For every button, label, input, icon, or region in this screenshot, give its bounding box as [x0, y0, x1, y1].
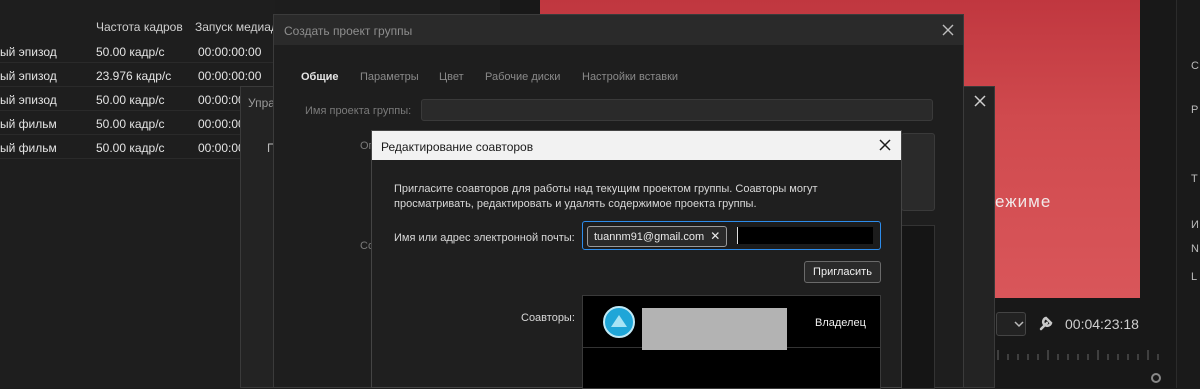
- tab-scratch-disks[interactable]: Рабочие диски: [485, 71, 560, 83]
- timeline-ruler[interactable]: [996, 348, 1162, 362]
- column-header-media-start[interactable]: Запуск медиада: [195, 20, 275, 34]
- edit-collaborators-dialog: Редактирование соавторов Пригласите соав…: [371, 130, 902, 389]
- strip-label: N: [1191, 243, 1199, 255]
- redacted-name: [642, 308, 787, 350]
- row-name: ый эпизод: [0, 69, 57, 83]
- row-fps: 50.00 кадр/с: [96, 93, 165, 107]
- close-icon[interactable]: [878, 138, 892, 152]
- strip-label: И: [1191, 219, 1199, 231]
- row-fps: 23.976 кадр/с: [96, 69, 172, 83]
- table-row[interactable]: ый фильм 50.00 кадр/с 00:00:00:00: [0, 135, 275, 159]
- dialog-titlebar: Редактирование соавторов: [372, 131, 901, 160]
- collaborators-list[interactable]: [901, 225, 935, 389]
- row-name: ый эпизод: [0, 45, 57, 59]
- project-table-header: Частота кадров Запуск медиада: [0, 14, 275, 36]
- project-name-input[interactable]: [421, 99, 933, 121]
- chevron-down-icon: [1014, 321, 1024, 328]
- remove-chip-icon[interactable]: ✕: [710, 229, 720, 243]
- table-row[interactable]: ый фильм 50.00 кадр/с 00:00:00:00: [0, 111, 275, 135]
- collaborators-list: Владелец: [582, 295, 881, 389]
- row-fps: 50.00 кадр/с: [96, 117, 165, 131]
- row-start: 00:00:00:00: [198, 69, 262, 83]
- row-fps: 50.00 кадр/с: [96, 141, 165, 155]
- dialog-titlebar: Создать проект группы: [274, 15, 963, 45]
- row-name: ый фильм: [0, 117, 57, 131]
- row-name: ый эпизод: [0, 93, 57, 107]
- tab-general[interactable]: Общие: [301, 71, 339, 83]
- row-name: ый фильм: [0, 141, 57, 155]
- strip-label: Р: [1191, 104, 1199, 116]
- invite-instructions: Пригласите соавторов для работы над теку…: [394, 183, 818, 210]
- collaborators-label: Соавторы:: [521, 312, 575, 324]
- column-header-fps[interactable]: Частота кадров: [96, 20, 183, 34]
- video-caption: ежиме: [995, 192, 1052, 211]
- project-panel: Частота кадров Запуск медиада ый эпизод …: [0, 0, 275, 388]
- table-row[interactable]: ый эпизод 50.00 кадр/с 00:00:00:00: [0, 87, 275, 111]
- timecode-display[interactable]: 00:04:23:18: [1065, 316, 1139, 332]
- tab-ingest-settings[interactable]: Настройки вставки: [582, 71, 678, 83]
- row-start: 00:00:00:00: [198, 45, 262, 59]
- strip-label: L: [1191, 271, 1198, 283]
- project-name-label: Имя проекта группы:: [305, 105, 412, 117]
- email-text-input[interactable]: [737, 227, 873, 244]
- avatar-icon: [611, 315, 627, 327]
- dialog-title: Создать проект группы: [284, 24, 413, 38]
- tab-color[interactable]: Цвет: [439, 71, 464, 83]
- wrench-icon[interactable]: [1037, 314, 1055, 332]
- description-textarea[interactable]: [901, 133, 935, 211]
- table-row[interactable]: ый эпизод 50.00 кадр/с 00:00:00:00: [0, 39, 275, 63]
- table-row[interactable]: ый эпизод 23.976 кадр/с 00:00:00:00: [0, 63, 275, 87]
- dialog-title: Редактирование соавторов: [381, 140, 534, 154]
- row-fps: 50.00 кадр/с: [96, 45, 165, 59]
- email-field[interactable]: tuannm91@gmail.com ✕: [582, 221, 881, 250]
- fit-dropdown[interactable]: [996, 312, 1026, 336]
- email-chip-label: tuannm91@gmail.com: [594, 231, 705, 243]
- email-label: Имя или адрес электронной почты:: [394, 232, 575, 244]
- scroll-handle[interactable]: [1151, 373, 1161, 383]
- dialog-title: Упра: [248, 96, 275, 110]
- invite-button[interactable]: Пригласить: [804, 261, 881, 283]
- avatar: [603, 306, 635, 338]
- strip-label: Т: [1191, 173, 1198, 185]
- list-item[interactable]: Владелец: [583, 296, 880, 350]
- close-icon[interactable]: [972, 93, 988, 109]
- email-chip: tuannm91@gmail.com ✕: [587, 226, 728, 247]
- close-icon[interactable]: [941, 23, 955, 37]
- tab-parameters[interactable]: Параметры: [360, 71, 419, 83]
- collaborator-role: Владелец: [815, 317, 866, 329]
- strip-label: С: [1191, 60, 1199, 72]
- side-panel-strip: С Р Т И N L: [1176, 0, 1200, 388]
